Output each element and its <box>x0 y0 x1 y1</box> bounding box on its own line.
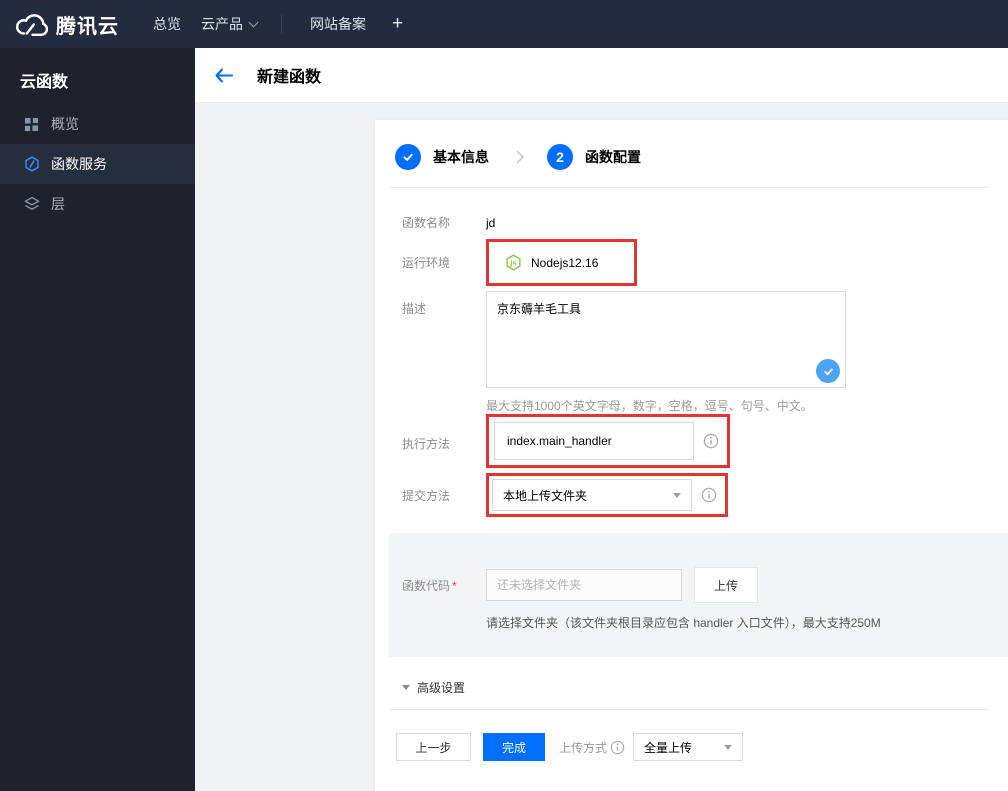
function-icon <box>24 156 40 172</box>
upload-button[interactable]: 上传 <box>694 567 758 603</box>
submit-method-select[interactable]: 本地上传文件夹 <box>492 479 692 511</box>
info-icon[interactable] <box>703 433 719 449</box>
page-title: 新建函数 <box>257 69 322 86</box>
sidebar-item-label: 函数服务 <box>51 156 107 172</box>
runtime-value: Nodejs12.16 <box>531 255 599 270</box>
sidebar-item-label: 层 <box>51 196 65 212</box>
nav-add-button[interactable]: + <box>392 13 403 35</box>
info-icon[interactable] <box>701 487 717 503</box>
layers-icon <box>24 196 40 212</box>
description-textarea[interactable]: 京东薅羊毛工具 <box>486 291 846 388</box>
form-row-function-name: 函数名称 jd <box>375 216 1008 230</box>
function-code-label: 函数代码 * <box>402 578 457 593</box>
folder-path-input[interactable] <box>486 569 682 601</box>
valid-checkmark-icon <box>816 359 840 383</box>
upload-mode-value: 全量上传 <box>644 740 693 755</box>
brand-name: 腾讯云 <box>56 15 119 38</box>
description-hint: 最大支持1000个英文字母，数字，空格，逗号、句号、中文。 <box>486 399 813 413</box>
main-area: 新建函数 基本信息 2 函数配置 函数名称 jd 运行环境 js Nodejs1… <box>195 48 1008 791</box>
folder-note: 请选择文件夹（该文件夹根目录应包含 handler 入口文件），最大支持250M <box>486 616 881 630</box>
info-icon[interactable] <box>610 740 625 755</box>
step2-label: 函数配置 <box>585 149 641 165</box>
nav-divider <box>281 15 282 33</box>
nav-website-record[interactable]: 网站备案 <box>310 14 366 34</box>
required-mark: * <box>452 578 457 593</box>
upload-mode: 上传方式 <box>559 739 625 756</box>
previous-step-button[interactable]: 上一步 <box>396 733 471 761</box>
sidebar-title: 云函数 <box>20 74 69 91</box>
grid-icon <box>24 116 40 132</box>
step-indicator: 基本信息 2 函数配置 <box>375 120 1008 170</box>
triangle-down-icon <box>402 685 410 690</box>
page-header: 新建函数 <box>195 48 1008 103</box>
advanced-settings-toggle[interactable]: 高级设置 <box>402 679 1008 696</box>
handler-label: 执行方法 <box>402 437 451 451</box>
sidebar: 云函数 概览 函数服务 层 <box>0 48 195 791</box>
description-label: 描述 <box>402 302 427 316</box>
advanced-settings-label: 高级设置 <box>417 681 466 695</box>
function-code-panel: 函数代码* 上传 请选择文件夹（该文件夹根目录应包含 handler 入口文件）… <box>389 533 1008 657</box>
top-nav: 总览 云产品 网站备案 + <box>119 13 403 35</box>
finish-button[interactable]: 完成 <box>483 733 545 761</box>
form-row-description: 描述 京东薅羊毛工具 <box>375 291 1008 388</box>
chevron-down-icon <box>248 17 259 27</box>
chevron-right-icon <box>515 149 525 165</box>
step1-label: 基本信息 <box>433 149 489 165</box>
upload-mode-select[interactable]: 全量上传 <box>633 733 744 761</box>
annotation-box-submit-method: 本地上传文件夹 <box>486 473 728 517</box>
content-area: 基本信息 2 函数配置 函数名称 jd 运行环境 js Nodejs12.16 … <box>195 120 1008 791</box>
nav-overview[interactable]: 总览 <box>153 14 181 34</box>
form-row-handler: 执行方法 <box>375 414 1008 468</box>
sidebar-item-label: 概览 <box>51 116 79 132</box>
back-arrow-icon[interactable] <box>214 64 236 86</box>
annotation-box-runtime: js Nodejs12.16 <box>486 239 638 286</box>
step2-circle: 2 <box>547 144 573 170</box>
sidebar-item-overview[interactable]: 概览 <box>0 104 195 144</box>
function-name-label: 函数名称 <box>402 216 451 230</box>
divider <box>390 709 988 710</box>
caret-down-icon <box>673 492 681 498</box>
runtime-label: 运行环境 <box>402 256 451 270</box>
top-navigation-bar: 腾讯云 总览 云产品 网站备案 + <box>0 0 1008 48</box>
sidebar-item-function-service[interactable]: 函数服务 <box>0 144 195 184</box>
submit-method-label: 提交方法 <box>402 489 451 503</box>
svg-text:js: js <box>509 258 516 267</box>
upload-mode-label: 上传方式 <box>559 740 608 755</box>
form-row-submit-method: 提交方法 本地上传文件夹 <box>375 473 1008 517</box>
submit-method-value: 本地上传文件夹 <box>503 488 588 503</box>
nodejs-icon: js <box>505 254 522 271</box>
caret-down-icon <box>724 744 733 750</box>
sidebar-item-layers[interactable]: 层 <box>0 184 195 224</box>
new-function-card: 基本信息 2 函数配置 函数名称 jd 运行环境 js Nodejs12.16 … <box>375 120 1008 791</box>
nav-products[interactable]: 云产品 <box>201 14 259 34</box>
tencent-cloud-logo-icon <box>14 12 48 37</box>
form-row-runtime: 运行环境 js Nodejs12.16 <box>375 239 1008 286</box>
form-footer: 上一步 完成 上传方式 全量上传 <box>396 733 1008 761</box>
function-name-value: jd <box>486 216 496 230</box>
step1-done-circle <box>395 144 421 170</box>
function-config-form: 函数名称 jd 运行环境 js Nodejs12.16 描述 京东薅羊毛工具 最… <box>375 188 1008 761</box>
annotation-box-handler <box>486 414 730 468</box>
handler-input[interactable] <box>494 422 694 460</box>
nav-products-label: 云产品 <box>201 16 243 32</box>
tencent-cloud-logo[interactable]: 腾讯云 <box>14 10 119 39</box>
check-icon <box>403 153 413 161</box>
